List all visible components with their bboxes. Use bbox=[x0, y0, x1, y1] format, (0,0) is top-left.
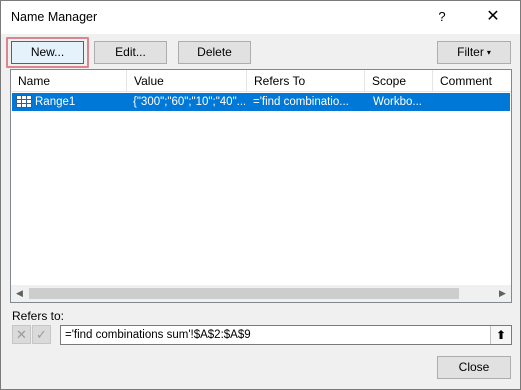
named-range-icon bbox=[16, 95, 32, 108]
horizontal-scrollbar[interactable]: ◀ ▶ bbox=[11, 285, 511, 302]
column-header-name[interactable]: Name bbox=[11, 70, 127, 92]
chevron-down-icon: ▾ bbox=[486, 48, 491, 57]
column-header-refers-to[interactable]: Refers To bbox=[247, 70, 365, 92]
help-button[interactable]: ? bbox=[433, 8, 451, 26]
new-button-label: New... bbox=[30, 45, 65, 59]
column-header-value[interactable]: Value bbox=[127, 70, 247, 92]
scroll-left-icon[interactable]: ◀ bbox=[11, 285, 28, 302]
row-scope: Workbo... bbox=[373, 96, 422, 108]
names-list[interactable]: Name Value Refers To Scope Comment Range… bbox=[10, 69, 512, 303]
new-button[interactable]: New... bbox=[11, 41, 84, 64]
column-header-comment[interactable]: Comment bbox=[433, 70, 511, 92]
row-refers-to: ='find combinatio... bbox=[253, 96, 349, 108]
edit-button-label: Edit... bbox=[115, 45, 146, 59]
confirm-edit-icon[interactable]: ✓ bbox=[32, 325, 51, 344]
delete-button-label: Delete bbox=[197, 45, 232, 59]
edit-button[interactable]: Edit... bbox=[94, 41, 167, 64]
title-bar: Name Manager ? ✕ bbox=[1, 1, 520, 34]
row-value: {"300";"60";"10";"40"... bbox=[133, 96, 245, 108]
delete-button[interactable]: Delete bbox=[178, 41, 251, 64]
scroll-right-icon[interactable]: ▶ bbox=[494, 285, 511, 302]
row-comment bbox=[439, 93, 509, 111]
column-header-scope[interactable]: Scope bbox=[365, 70, 433, 92]
close-button-label: Close bbox=[458, 360, 490, 374]
scrollbar-thumb[interactable] bbox=[29, 288, 459, 299]
refers-to-label: Refers to: bbox=[12, 309, 65, 323]
collapse-dialog-icon[interactable]: ⬆ bbox=[490, 326, 511, 344]
close-button[interactable]: Close bbox=[437, 356, 511, 379]
row-name: Range1 bbox=[35, 96, 76, 108]
close-window-button[interactable]: ✕ bbox=[482, 6, 504, 28]
filter-button[interactable]: Filter ▾ bbox=[437, 41, 511, 64]
cancel-edit-icon[interactable]: ✕ bbox=[12, 325, 31, 344]
table-row[interactable]: Range1 {"300";"60";"10";"40"... ='find c… bbox=[12, 93, 510, 111]
refers-to-input[interactable]: ='find combinations sum'!$A$2:$A$9 bbox=[60, 325, 512, 345]
list-header: Name Value Refers To Scope Comment bbox=[11, 70, 511, 92]
name-manager-dialog: Name Manager ? ✕ New... Edit... Delete F… bbox=[0, 0, 521, 390]
filter-button-label: Filter bbox=[457, 45, 484, 59]
window-title: Name Manager bbox=[11, 10, 98, 24]
